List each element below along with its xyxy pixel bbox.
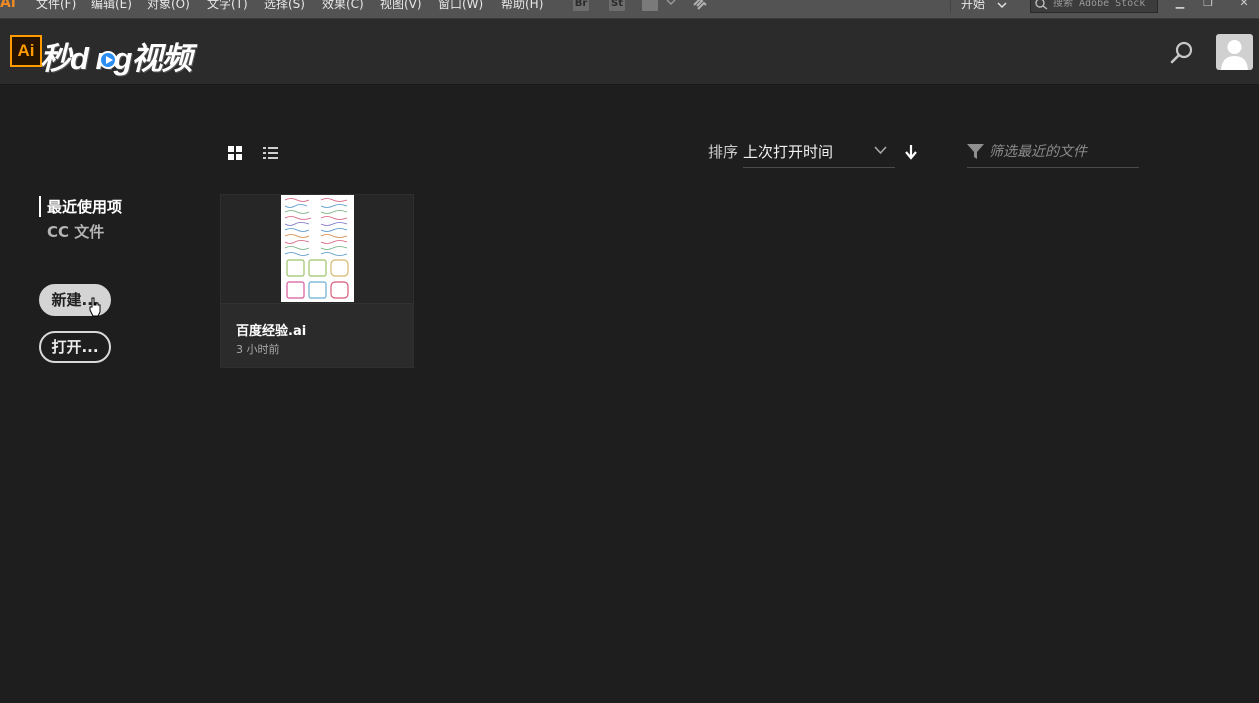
filter-input[interactable] <box>989 141 1137 163</box>
search-icon <box>1035 0 1048 10</box>
minimize-button[interactable]: ▁ <box>1168 0 1192 9</box>
sort-dropdown[interactable]: 上次打开时间 <box>743 141 895 168</box>
stock-search-placeholder: 搜索 Adobe Stock <box>1053 0 1146 9</box>
sort-label: 排序 <box>708 143 739 161</box>
menu-bar: Ai 文件(F) 编辑(E) 对象(O) 文字(T) 选择(S) 效果(C) 视… <box>0 0 1259 19</box>
arrange-chevron-icon[interactable] <box>666 0 676 7</box>
avatar[interactable] <box>1216 34 1253 70</box>
menu-effect[interactable]: 效果(C) <box>322 0 364 10</box>
menu-select[interactable]: 选择(S) <box>264 0 305 10</box>
sort-value: 上次打开时间 <box>743 143 834 161</box>
header: Ai 秒d ng视频 <box>0 19 1259 85</box>
workspace-label: 开始 <box>961 0 986 11</box>
stock-search-input[interactable]: 搜索 Adobe Stock <box>1030 0 1158 13</box>
open-button[interactable]: 打开... <box>39 331 111 363</box>
app-logo: Ai <box>0 0 16 11</box>
bridge-icon[interactable]: Br <box>573 0 589 11</box>
stock-icon[interactable]: St <box>609 0 625 11</box>
file-card[interactable]: 百度经验.ai 3 小时前 <box>220 194 414 368</box>
list-view-icon[interactable] <box>263 146 278 160</box>
arrange-documents-icon[interactable] <box>642 0 658 11</box>
menu-file[interactable]: 文件(F) <box>36 0 76 10</box>
close-button[interactable]: ✕ <box>1232 0 1256 9</box>
menu-object[interactable]: 对象(O) <box>147 0 190 10</box>
menu-type[interactable]: 文字(T) <box>207 0 248 10</box>
search-icon[interactable] <box>1168 39 1196 67</box>
menu-help[interactable]: 帮助(H) <box>501 0 543 10</box>
brand-play-icon <box>99 51 117 69</box>
sidebar-item-recent[interactable]: 最近使用项 <box>39 196 122 217</box>
user-icon <box>1221 40 1248 70</box>
gpu-performance-icon[interactable] <box>692 0 708 11</box>
filter-field[interactable] <box>967 141 1139 168</box>
menu-view[interactable]: 视图(V) <box>380 0 422 10</box>
menu-edit[interactable]: 编辑(E) <box>91 0 132 10</box>
sort-direction-arrow-icon[interactable] <box>904 144 918 160</box>
file-name: 百度经验.ai <box>236 324 307 339</box>
grid-view-icon[interactable] <box>228 146 242 160</box>
restore-button[interactable]: ❐ <box>1196 0 1220 9</box>
file-thumbnail <box>281 195 354 302</box>
brand-ai-logo: Ai <box>10 35 42 67</box>
sidebar: 最近使用项 CC 文件 新建... 打开... <box>0 85 200 703</box>
sidebar-item-cc-files[interactable]: CC 文件 <box>39 221 104 242</box>
menu-window[interactable]: 窗口(W) <box>438 0 483 10</box>
hand-cursor-icon <box>89 297 101 317</box>
file-thumbnail-area <box>221 195 413 304</box>
workspace-switcher[interactable]: 开始 <box>950 0 1025 13</box>
chevron-down-icon <box>997 2 1007 9</box>
chevron-down-icon[interactable] <box>874 146 887 155</box>
file-modified-time: 3 小时前 <box>236 343 280 356</box>
filter-icon <box>967 144 984 159</box>
